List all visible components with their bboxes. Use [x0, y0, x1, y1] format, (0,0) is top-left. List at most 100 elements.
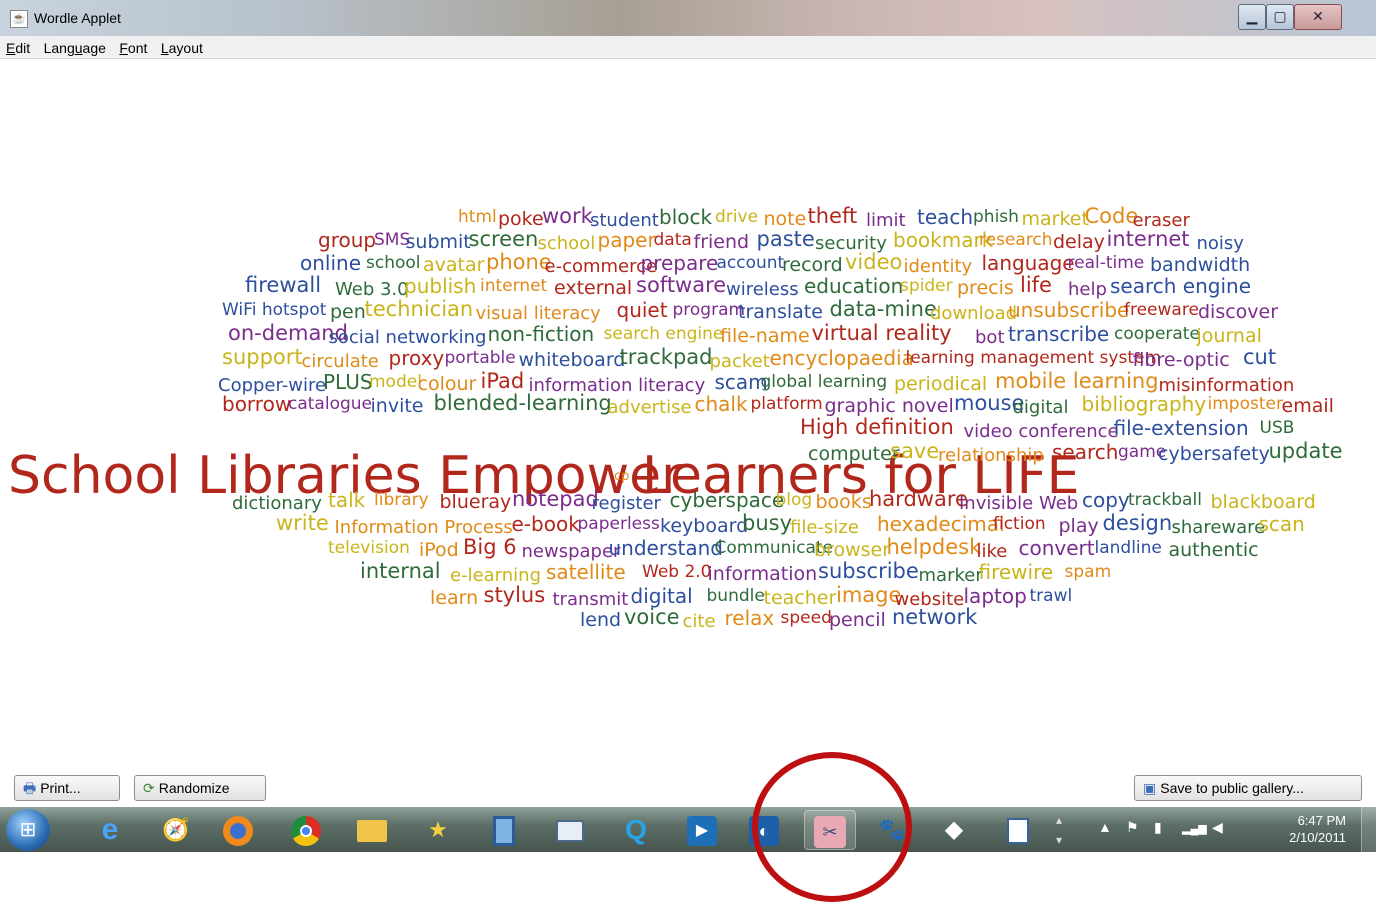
wordle-canvas[interactable]: School Libraries Empower cp Learners for… — [0, 59, 1376, 769]
cloud-word: voice — [624, 605, 680, 629]
taskbar-scroll-icon[interactable]: ▴ ▾ — [1048, 810, 1070, 850]
close-button[interactable]: ✕ — [1294, 4, 1342, 30]
cloud-word: stylus — [484, 583, 546, 607]
cloud-word: mobile learning — [995, 369, 1159, 393]
cloud-word: video conference — [964, 421, 1119, 442]
menu-layout[interactable]: Layout — [155, 36, 206, 56]
cloud-word: firewall — [245, 273, 321, 297]
cloud-word: network — [892, 605, 978, 629]
cloud-word: High definition — [800, 415, 954, 439]
cloud-word: data-mine — [830, 297, 937, 321]
show-desktop-button[interactable] — [1361, 807, 1376, 852]
randomize-button[interactable]: ⟳ Randomize — [134, 775, 266, 801]
firefox-icon[interactable] — [212, 810, 264, 850]
cloud-word: program — [673, 300, 746, 320]
media-player-icon[interactable]: ▶ — [676, 810, 728, 850]
cloud-word: paper — [598, 228, 657, 252]
quicktime-icon[interactable]: Q — [610, 810, 662, 850]
cloud-word: transmit — [553, 589, 629, 610]
cloud-word: quiet — [617, 298, 668, 322]
randomize-label: Randomize — [158, 780, 230, 796]
annotation-circle — [752, 752, 912, 902]
cloud-word: data — [654, 230, 692, 250]
cloud-word: help — [1068, 279, 1107, 300]
cloud-word: notepad — [512, 487, 599, 511]
menu-font[interactable]: Font — [113, 36, 150, 56]
cloud-word: education — [804, 274, 903, 298]
cloud-word: fiction — [993, 514, 1046, 534]
java-app-icon[interactable]: ☕ — [10, 10, 28, 28]
cloud-word: helpdesk — [887, 535, 983, 559]
cloud-word: bibliography — [1082, 392, 1207, 416]
cloud-word: video — [845, 250, 902, 274]
maximize-button[interactable]: ▢ — [1266, 4, 1294, 30]
cloud-word: blackboard — [1211, 491, 1316, 513]
menu-language[interactable]: Language — [38, 36, 109, 56]
cloud-word: imposter — [1208, 394, 1283, 414]
cloud-word: keyboard — [660, 515, 748, 537]
cloud-word: phone — [486, 250, 552, 274]
word-cloud: School Libraries Empower cp Learners for… — [8, 204, 1343, 632]
cloud-word: Web 2.0 — [642, 562, 712, 582]
start-orb-icon[interactable] — [6, 809, 50, 851]
menu-edit-rest: dit — [15, 40, 31, 56]
cloud-word: blueray — [440, 491, 512, 513]
window-title: Wordle Applet — [34, 10, 121, 26]
cloud-word: USB — [1260, 418, 1295, 438]
cloud-word: cyberspace — [670, 488, 785, 512]
menu-edit[interactable]: Edit — [0, 36, 33, 56]
cloud-word: newspaper — [522, 541, 622, 562]
cloud-word: Big 6 — [463, 535, 517, 559]
cloud-word: update — [1269, 439, 1343, 463]
cloud-word: landline — [1095, 538, 1162, 558]
cloud-word: computer — [808, 443, 900, 465]
cloud-word: hexadecimal — [877, 512, 1005, 536]
menu-language-rest: age — [82, 40, 106, 56]
internet-explorer-icon[interactable]: e — [84, 810, 136, 850]
cloud-word: model — [369, 372, 422, 392]
cloud-word: pen — [330, 301, 366, 323]
clock[interactable]: 6:47 PM 2/10/2011 — [1289, 812, 1346, 846]
volume-icon[interactable]: ◀ — [1212, 819, 1223, 836]
menu-font-rest: ont — [127, 40, 148, 56]
cloud-word: Code — [1085, 204, 1139, 228]
cloud-word: graphic novel — [825, 395, 954, 417]
power-network-icon[interactable]: ▮ — [1154, 819, 1162, 836]
file-explorer-icon[interactable] — [346, 810, 398, 850]
cloud-word: satellite — [546, 560, 626, 584]
cloud-word: internet — [480, 276, 548, 296]
cloud-word: support — [222, 345, 303, 369]
cloud-word: whiteboard — [519, 349, 626, 371]
cloud-word: work — [542, 204, 594, 228]
show-hidden-icons-icon[interactable]: ▲ — [1098, 819, 1112, 835]
inkscape-icon[interactable]: ◆ — [928, 810, 980, 850]
cloud-word: avatar — [423, 254, 485, 276]
safari-icon[interactable]: 🧭 — [150, 810, 202, 850]
signal-icon[interactable]: ▂▄▆ — [1182, 822, 1207, 835]
cloud-word: discover — [1198, 301, 1278, 323]
cloud-word: spider — [900, 276, 953, 296]
cloud-word: journal — [1196, 325, 1262, 347]
cloud-word: image — [836, 583, 901, 607]
cloud-word: visual literacy — [476, 303, 602, 324]
print-button[interactable]: 🖶 Print... — [14, 775, 120, 801]
save-to-gallery-button[interactable]: ▣ Save to public gallery... — [1134, 775, 1362, 801]
cloud-word: market — [1022, 208, 1089, 230]
system-tray: ▲ ⚑ ▮ ▂▄▆ ◀ 6:47 PM 2/10/2011 — [1076, 807, 1376, 852]
imovie-star-icon[interactable]: ★ — [412, 810, 464, 850]
cloud-word: books — [816, 491, 872, 513]
cloud-word: trackpad — [620, 345, 713, 369]
cloud-word: submit — [406, 231, 471, 253]
camera-app-icon[interactable] — [544, 810, 596, 850]
action-center-flag-icon[interactable]: ⚑ — [1126, 819, 1139, 836]
calculator-icon[interactable] — [992, 810, 1044, 850]
cloud-word: theft — [808, 204, 858, 228]
cloud-word: search engine — [1110, 274, 1251, 298]
chrome-icon[interactable] — [280, 810, 332, 850]
cloud-word: record — [782, 254, 843, 276]
minimize-button[interactable]: ▁ — [1238, 4, 1266, 30]
cloud-word: global learning — [761, 372, 888, 392]
cloud-word: search — [1052, 440, 1118, 464]
film-strip-icon[interactable] — [478, 810, 530, 850]
cloud-word: proxy — [389, 346, 445, 370]
